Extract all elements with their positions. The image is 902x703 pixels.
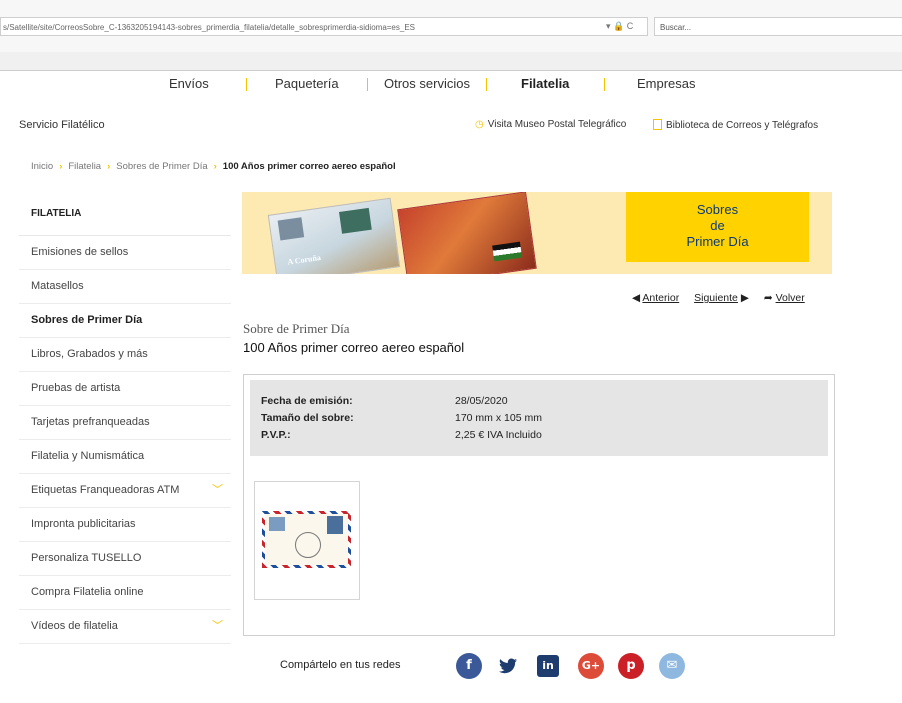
pvp-value: 2,25 € IVA Incluido — [455, 429, 542, 441]
nav-separator — [367, 78, 368, 91]
share-label: Compártelo en tus redes — [280, 659, 401, 671]
sidebar-item-pruebas[interactable]: Pruebas de artista — [19, 372, 231, 406]
breadcrumb-sobres[interactable]: Sobres de Primer Día — [116, 161, 207, 172]
sidebar-item-label: Libros, Grabados y más — [31, 348, 148, 360]
nav-separator — [486, 78, 487, 91]
share-arrow-icon: ➦ — [763, 292, 773, 304]
sidebar: FILATELIA Emisiones de sellos Matasellos… — [19, 195, 231, 644]
banner-title-line: Sobres — [696, 202, 739, 217]
sidebar-item-videos[interactable]: Vídeos de filatelia ﹀ — [19, 610, 231, 644]
sidebar-heading: FILATELIA — [19, 195, 231, 236]
banner-title-line: de — [710, 218, 725, 233]
museo-label: Visita Museo Postal Telegráfico — [487, 119, 627, 130]
chevron-right-icon: › — [213, 161, 217, 172]
pinterest-icon[interactable]: p — [618, 653, 644, 679]
nav-otros-servicios[interactable]: Otros servicios — [384, 76, 470, 91]
clock-icon: ◷ — [475, 119, 484, 130]
nav-filatelia[interactable]: Filatelia — [521, 76, 569, 91]
sidebar-item-etiquetas[interactable]: Etiquetas Franqueadoras ATM ﹀ — [19, 474, 231, 508]
sidebar-item-label: Filatelia y Numismática — [31, 450, 145, 462]
breadcrumb-current: 100 Años primer correo aereo español — [222, 161, 396, 172]
chevron-right-icon: ▶ — [740, 292, 749, 304]
google-plus-icon[interactable]: G+ — [578, 653, 604, 679]
sidebar-item-sobres[interactable]: Sobres de Primer Día — [19, 304, 231, 338]
envelope-card-image: A Coruña — [267, 197, 401, 274]
back-link[interactable]: Volver — [776, 292, 805, 304]
sidebar-item-label: Emisiones de sellos — [31, 246, 129, 258]
nav-empresas[interactable]: Empresas — [637, 76, 696, 91]
fecha-value: 28/05/2020 — [455, 395, 508, 407]
sidebar-item-tusello[interactable]: Personaliza TUSELLO — [19, 542, 231, 576]
envelope-image[interactable] — [262, 511, 351, 568]
book-icon — [653, 119, 662, 130]
tamano-label: Tamaño del sobre: — [261, 412, 354, 424]
section-title: Servicio Filatélico — [19, 119, 105, 131]
fecha-label: Fecha de emisión: — [261, 395, 353, 407]
nav-separator — [246, 78, 247, 91]
sidebar-item-label: Etiquetas Franqueadoras ATM — [31, 484, 180, 496]
biblioteca-label: Biblioteca de Correos y Telégrafos — [666, 120, 819, 131]
chevron-down-icon[interactable]: ﹀ — [212, 474, 223, 507]
nav-envios[interactable]: Envíos — [169, 76, 209, 91]
chevron-left-icon: ◀ — [632, 292, 641, 304]
banner-title: Sobres de Primer Día — [626, 192, 809, 262]
sidebar-item-label: Sobres de Primer Día — [31, 314, 143, 326]
biblioteca-link[interactable]: Biblioteca de Correos y Telégrafos — [653, 119, 818, 131]
nav-separator — [604, 78, 605, 91]
content-title: 100 Años primer correo aereo español — [243, 340, 465, 355]
facebook-icon[interactable]: f — [456, 653, 482, 679]
twitter-icon[interactable] — [495, 653, 521, 679]
breadcrumb-filatelia[interactable]: Filatelia — [68, 161, 101, 172]
sidebar-item-tarjetas[interactable]: Tarjetas prefranqueadas — [19, 406, 231, 440]
tamano-value: 170 mm x 105 mm — [455, 412, 542, 424]
sidebar-item-label: Compra Filatelia online — [31, 586, 144, 598]
sidebar-item-numismatica[interactable]: Filatelia y Numismática — [19, 440, 231, 474]
banner-title-line: Primer Día — [686, 234, 749, 249]
url-status-icons[interactable]: ▾ 🔒 C — [606, 17, 633, 36]
prev-link[interactable]: Anterior — [642, 292, 679, 304]
chevron-down-icon[interactable]: ﹀ — [212, 610, 223, 643]
sidebar-item-improntas[interactable]: Impronta publicitarias — [19, 508, 231, 542]
sidebar-item-label: Impronta publicitarias — [31, 518, 136, 530]
browser-search-input[interactable]: Buscar... — [654, 17, 902, 36]
info-panel: Fecha de emisión: 28/05/2020 Tamaño del … — [250, 380, 828, 456]
sidebar-item-label: Personaliza TUSELLO — [31, 552, 142, 564]
breadcrumb: Inicio › Filatelia › Sobres de Primer Día › 10… — [31, 161, 396, 172]
content-subtitle: Sobre de Primer Día — [243, 321, 350, 336]
url-field[interactable]: s/Satellite/site/CorreosSobre_C-13632051… — [0, 17, 648, 36]
sidebar-item-label: Vídeos de filatelia — [31, 620, 118, 632]
card-text: A Coruña — [286, 253, 322, 267]
landscape-card-image — [397, 192, 537, 274]
nav-paqueteria[interactable]: Paquetería — [275, 76, 339, 91]
sidebar-item-libros[interactable]: Libros, Grabados y más — [19, 338, 231, 372]
sidebar-item-label: Pruebas de artista — [31, 382, 121, 394]
browser-toolbar — [0, 52, 902, 71]
pvp-label: P.V.P.: — [261, 429, 291, 441]
museo-link[interactable]: ◷ Visita Museo Postal Telegráfico — [475, 119, 626, 130]
linkedin-icon[interactable]: in — [537, 655, 559, 677]
email-icon[interactable]: ✉ — [659, 653, 685, 679]
chevron-right-icon: › — [59, 161, 63, 172]
sidebar-item-matasellos[interactable]: Matasellos — [19, 270, 231, 304]
sidebar-item-label: Tarjetas prefranqueadas — [31, 416, 150, 428]
sidebar-item-compra[interactable]: Compra Filatelia online — [19, 576, 231, 610]
pager: ◀ Anterior Siguiente ▶ ➦ Volver — [632, 292, 805, 304]
breadcrumb-inicio[interactable]: Inicio — [31, 161, 53, 172]
sidebar-item-label: Matasellos — [31, 280, 84, 292]
chevron-right-icon: › — [107, 161, 111, 172]
next-link[interactable]: Siguiente — [694, 292, 738, 304]
sidebar-item-emisiones[interactable]: Emisiones de sellos — [19, 236, 231, 270]
